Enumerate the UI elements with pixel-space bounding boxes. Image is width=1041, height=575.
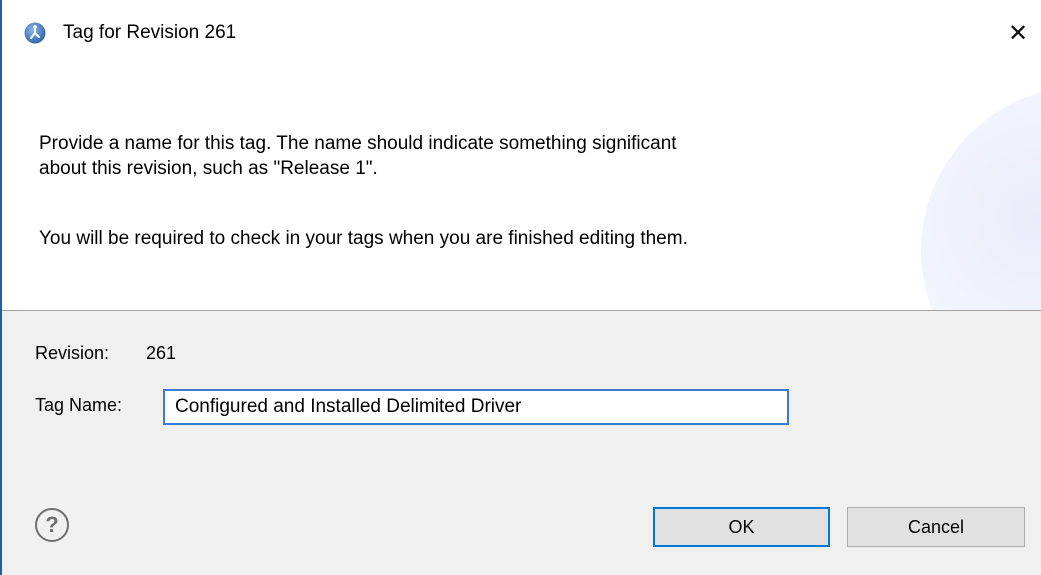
message-line-3: You will be required to check in your ta…	[39, 228, 688, 249]
eclipse-app-icon	[24, 22, 46, 44]
message-line-2: about this revision, such as "Release 1"…	[39, 158, 378, 179]
header-decoration	[921, 86, 1041, 310]
dialog-title: Tag for Revision 261	[63, 22, 237, 43]
close-button[interactable]: ✕	[995, 0, 1041, 66]
tag-name-label: Tag Name:	[35, 395, 123, 415]
revision-value: 261	[146, 343, 177, 363]
help-icon[interactable]: ?	[35, 508, 69, 542]
tag-name-input[interactable]	[163, 389, 789, 425]
close-icon: ✕	[1007, 19, 1029, 47]
message-line-1: Provide a name for this tag. The name sh…	[39, 133, 677, 154]
dialog-header: Provide a name for this tag. The name sh…	[2, 66, 1041, 310]
revision-label: Revision:	[35, 343, 110, 363]
ok-button[interactable]: OK	[653, 507, 830, 547]
dialog-titlebar: Tag for Revision 261 ✕	[2, 0, 1041, 66]
cancel-button[interactable]: Cancel	[847, 507, 1025, 547]
header-divider	[2, 310, 1041, 311]
